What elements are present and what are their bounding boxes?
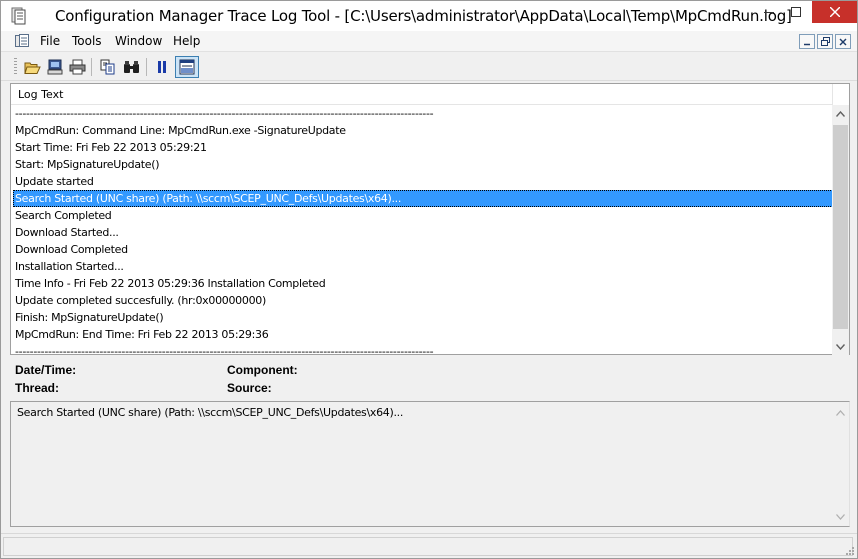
details-panel: Date/Time: Thread: Component: Source: [10,357,850,399]
log-row[interactable]: Installation Started... [13,258,833,275]
status-bar [1,533,857,558]
log-row[interactable]: Search Started (UNC share) (Path: \\sccm… [13,190,833,207]
log-list[interactable]: Log Text -------------------------------… [10,83,850,355]
print-icon[interactable] [67,57,87,77]
toolbar-grip[interactable] [14,58,17,76]
menu-tools[interactable]: Tools [72,34,102,48]
maximize-button[interactable] [783,1,809,23]
scroll-up-arrow-icon[interactable] [832,105,849,122]
log-row[interactable]: Update started [13,173,833,190]
minimize-button[interactable] [755,1,783,23]
log-row[interactable]: Finish: MpSignatureUpdate() [13,309,833,326]
document-icon[interactable] [15,34,29,48]
trace-log-window: Configuration Manager Trace Log Tool - [… [0,0,858,559]
message-scroll-up-arrow-icon[interactable] [832,404,849,421]
component-label: Component: [227,363,298,377]
resize-grip-icon[interactable] [843,544,855,556]
log-text-column-header[interactable]: Log Text [11,84,833,105]
mdi-restore-button[interactable] [817,34,833,49]
scroll-thumb[interactable] [833,125,848,329]
mdi-close-button[interactable] [835,34,851,49]
menu-bar: File Tools Window Help [1,31,857,52]
toolbar-separator [146,58,147,76]
title-bar[interactable]: Configuration Manager Trace Log Tool - [… [1,1,857,31]
datetime-label: Date/Time: [15,363,77,377]
open-icon[interactable] [22,57,42,77]
open-on-server-icon[interactable] [45,57,65,77]
log-vertical-scrollbar[interactable] [832,105,849,355]
toolbar-separator [91,58,92,76]
scroll-down-arrow-icon[interactable] [832,338,849,355]
copy-icon[interactable] [98,57,118,77]
find-icon[interactable] [121,57,141,77]
log-row[interactable]: Search Completed [13,207,833,224]
log-row[interactable]: Update completed succesfully. (hr:0x0000… [13,292,833,309]
toggle-details-icon[interactable] [175,56,199,78]
toolbar [1,53,857,81]
menu-window[interactable]: Window [115,34,162,48]
menu-help[interactable]: Help [173,34,200,48]
log-row[interactable]: Start: MpSignatureUpdate() [13,156,833,173]
message-vertical-scrollbar[interactable] [832,402,849,526]
log-rows: ----------------------------------------… [11,105,833,355]
window-title: Configuration Manager Trace Log Tool - [… [55,7,792,25]
log-row[interactable]: Download Started... [13,224,833,241]
app-icon [11,7,27,25]
log-row[interactable]: Start Time: Fri Feb 22 2013 05:29:21 [13,139,833,156]
column-header-label: Log Text [18,88,64,101]
status-panel [3,537,853,556]
source-label: Source: [227,381,272,395]
log-row[interactable]: ----------------------------------------… [13,105,833,122]
log-row[interactable]: Time Info - Fri Feb 22 2013 05:29:36 Ins… [13,275,833,292]
close-button[interactable] [812,1,857,23]
log-row[interactable]: MpCmdRun: End Time: Fri Feb 22 2013 05:2… [13,326,833,343]
log-row[interactable]: MpCmdRun: Command Line: MpCmdRun.exe -Si… [13,122,833,139]
pause-icon[interactable] [152,57,172,77]
message-scroll-down-arrow-icon[interactable] [832,508,849,525]
menu-file[interactable]: File [40,34,60,48]
log-row[interactable]: ----------------------------------------… [13,343,833,355]
mdi-controls [799,34,851,49]
mdi-minimize-button[interactable] [799,34,815,49]
message-detail-box[interactable]: Search Started (UNC share) (Path: \\sccm… [10,401,850,527]
thread-label: Thread: [15,381,60,395]
log-row[interactable]: Download Completed [13,241,833,258]
message-text: Search Started (UNC share) (Path: \\sccm… [17,406,404,419]
